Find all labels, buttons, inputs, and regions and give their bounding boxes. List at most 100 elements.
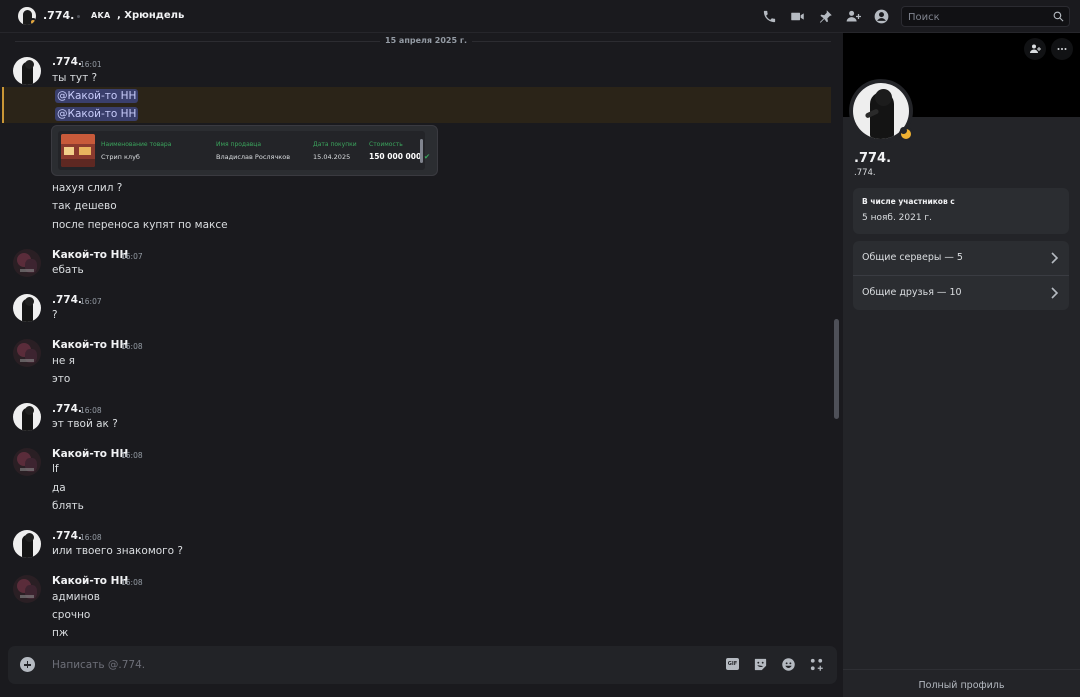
full-profile-label: Полный профиль — [918, 680, 1005, 691]
server-tag[interactable]: AKA — [91, 11, 110, 20]
sticker-icon[interactable] — [753, 657, 768, 672]
message-text: это — [52, 373, 71, 385]
embed-header: Дата покупки — [313, 141, 357, 148]
embed-value: 15.04.2025 — [313, 153, 351, 161]
mutuals-list: Общие серверы — 5 Общие друзья — 10 — [853, 241, 1069, 310]
mutual-friends-row[interactable]: Общие друзья — 10 — [853, 276, 1069, 310]
message-author[interactable]: Какой-то НН — [52, 249, 128, 261]
add-attachment-icon[interactable] — [20, 657, 35, 672]
add-member-icon[interactable] — [846, 9, 861, 24]
avatar[interactable] — [13, 249, 41, 277]
message-text: ебать — [52, 264, 84, 276]
dm-title[interactable]: .774. — [43, 9, 74, 22]
mutual-friends-label: Общие друзья — 10 — [862, 287, 962, 298]
message-text: или твоего знакомого ? — [52, 545, 184, 557]
embed-column-product: Наименование товара Стрип клуб — [101, 141, 171, 161]
money-icon: ✔ — [423, 152, 431, 161]
message-text: пж — [52, 627, 69, 639]
message-text: нахуя слил ? — [52, 182, 123, 194]
message-text: эт твой ак ? — [52, 418, 118, 430]
avatar[interactable] — [13, 448, 41, 476]
profile-display-name: .774. — [854, 151, 892, 166]
add-friend-icon[interactable] — [1024, 38, 1046, 60]
message-timestamp: 16:08 — [80, 406, 102, 415]
message-text: ты тут ? — [52, 72, 98, 84]
chevron-right-icon — [1049, 287, 1059, 299]
message-timestamp: 16:08 — [121, 451, 143, 460]
message-author[interactable]: Какой-то НН — [52, 448, 128, 460]
highlighted-message: @Какой-то НН — [2, 105, 831, 123]
message-text: после переноса купят по максе — [52, 219, 228, 231]
embed-header: Имя продавца — [216, 141, 262, 148]
message-author[interactable]: .774. — [52, 56, 82, 68]
phone-icon[interactable] — [762, 9, 777, 24]
avatar[interactable] — [13, 57, 41, 85]
message-timestamp: 16:07 — [121, 252, 143, 261]
highlighted-message: @Какой-то НН — [2, 87, 831, 105]
message-text: админов — [52, 591, 100, 603]
message-list[interactable]: 15 апреля 2025 г. .774. 16:01 ты тут ? @… — [0, 33, 843, 697]
dm-avatar[interactable] — [18, 7, 36, 25]
chat-scrollbar[interactable] — [834, 319, 839, 419]
message-author[interactable]: Какой-то НН — [52, 339, 128, 351]
apps-icon[interactable] — [809, 657, 824, 672]
more-options-icon[interactable] — [1051, 38, 1073, 60]
message-text: да — [52, 482, 66, 494]
profile-avatar[interactable] — [849, 79, 913, 143]
embed-header: Наименование товара — [101, 141, 172, 148]
message-composer: GIF — [8, 646, 837, 684]
message-text: не я — [52, 355, 75, 367]
dm-header: .774. AKA , Хрюндель — [0, 0, 1080, 33]
message-timestamp: 16:08 — [80, 533, 102, 542]
message-text: срочно — [52, 609, 91, 621]
date-divider-label: 15 апреля 2025 г. — [380, 36, 473, 45]
avatar[interactable] — [13, 530, 41, 558]
chevron-right-icon — [1049, 252, 1059, 264]
avatar[interactable] — [13, 403, 41, 431]
mutual-servers-label: Общие серверы — 5 — [862, 252, 963, 263]
member-since-card: В числе участников с 5 нояб. 2021 г. — [853, 188, 1069, 234]
purchase-embed: Наименование товара Стрип клуб Имя прода… — [52, 126, 437, 175]
message-timestamp: 16:01 — [80, 60, 102, 69]
gif-button[interactable]: GIF — [726, 658, 739, 670]
member-since-title: В числе участников с — [862, 197, 955, 206]
header-separator — [77, 15, 80, 18]
embed-value: Стрип клуб — [101, 153, 140, 161]
embed-column-date: Дата покупки 15.04.2025 — [313, 141, 357, 161]
idle-status-icon — [29, 18, 36, 25]
embed-value: Владислав Рослячков — [216, 153, 291, 161]
message-author[interactable]: Какой-то НН — [52, 575, 128, 587]
message-text: ? — [52, 309, 58, 321]
avatar[interactable] — [13, 339, 41, 367]
avatar[interactable] — [13, 294, 41, 322]
date-divider: 15 апреля 2025 г. — [0, 36, 843, 45]
avatar[interactable] — [13, 575, 41, 603]
message-timestamp: 16:08 — [121, 578, 143, 587]
product-thumbnail — [61, 134, 95, 167]
embed-column-seller: Имя продавца Владислав Рослячков — [216, 141, 290, 161]
server-tag-name: , Хрюндель — [117, 10, 185, 21]
emoji-icon[interactable] — [781, 657, 796, 672]
message-author[interactable]: .774. — [52, 403, 82, 415]
message-text: блять — [52, 500, 84, 512]
message-author[interactable]: .774. — [52, 294, 82, 306]
search-input[interactable] — [908, 10, 1048, 24]
pin-icon[interactable] — [818, 9, 833, 24]
member-since-value: 5 нояб. 2021 г. — [862, 213, 933, 223]
search-icon — [1052, 10, 1065, 23]
full-profile-button[interactable]: Полный профиль — [843, 669, 1080, 697]
mutual-servers-row[interactable]: Общие серверы — 5 — [853, 241, 1069, 275]
user-mention[interactable]: @Какой-то НН — [55, 107, 139, 121]
message-text: так дешево — [52, 200, 117, 212]
message-input[interactable] — [52, 657, 652, 673]
user-profile-icon[interactable] — [874, 9, 889, 24]
idle-status-icon — [899, 127, 913, 141]
embed-scrollbar[interactable] — [420, 139, 423, 163]
search-box[interactable] — [901, 6, 1070, 27]
video-icon[interactable] — [790, 9, 805, 24]
message-text: lf — [52, 463, 59, 475]
message-author[interactable]: .774. — [52, 530, 82, 542]
message-timestamp: 16:08 — [121, 342, 143, 351]
user-mention[interactable]: @Какой-то НН — [55, 89, 139, 103]
message-timestamp: 16:07 — [80, 297, 102, 306]
